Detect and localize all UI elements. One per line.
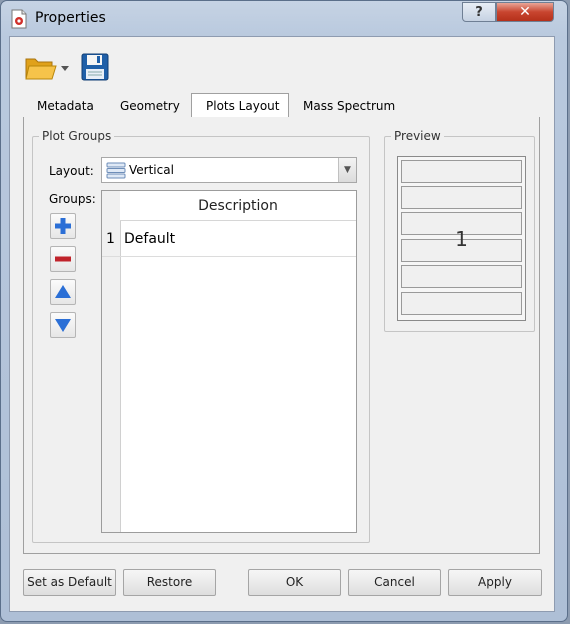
help-button[interactable]: ? [462,2,496,22]
preview-title: Preview [391,129,444,143]
tab-plots-layout[interactable]: Plots Layout [191,93,289,118]
save-button[interactable] [81,53,109,81]
preview-number: 1 [455,227,468,251]
row-index: 1 [106,231,115,247]
layout-value: Vertical [129,163,174,177]
row-description[interactable]: Default [124,231,175,247]
close-icon: ✕ [519,4,531,20]
remove-group-button[interactable] [50,246,76,272]
question-icon: ? [475,4,483,20]
vertical-layout-icon [106,162,126,179]
layout-select[interactable]: Vertical ▼ [101,157,357,183]
groups-table[interactable]: Description 1 Default [101,190,357,533]
table-header[interactable]: Description [120,191,356,221]
add-group-button[interactable] [50,213,76,239]
folder-open-icon [25,58,69,80]
chevron-down-icon[interactable]: ▼ [338,158,356,182]
plot-groups-box: Plot Groups Layout: Vertical ▼ Groups: D… [32,129,370,543]
groups-label: Groups: [49,192,96,206]
plot-groups-title: Plot Groups [39,129,115,143]
preview-slot [401,186,522,209]
preview-slot [401,265,522,288]
apply-button[interactable]: Apply [448,569,542,596]
plots-layout-panel: Plot Groups Layout: Vertical ▼ Groups: D… [23,117,540,554]
preview-slot [401,160,522,183]
preview-box: Preview 1 [384,129,535,332]
ok-button[interactable]: OK [248,569,341,596]
open-button[interactable] [25,54,71,82]
dialog-body: Metadata Geometry Plots Layout Mass Spec… [9,36,555,612]
arrow-up-icon [55,285,71,298]
set-as-default-button[interactable]: Set as Default [23,569,116,596]
close-button[interactable]: ✕ [496,2,554,22]
move-down-button[interactable] [50,312,76,338]
tab-mass-spectrum[interactable]: Mass Spectrum [297,95,401,117]
move-up-button[interactable] [50,279,76,305]
restore-button[interactable]: Restore [123,569,216,596]
window-title: Properties [35,10,106,26]
floppy-save-icon [81,53,109,81]
cancel-button[interactable]: Cancel [348,569,441,596]
description-column-header[interactable]: Description [120,198,356,214]
layout-label: Layout: [49,164,94,178]
arrow-down-icon [55,319,71,332]
preview-slot [401,292,522,315]
minus-icon [55,256,71,262]
table-row[interactable]: 1 Default [102,221,356,257]
plus-icon [55,218,71,234]
document-icon [11,9,27,29]
tab-metadata[interactable]: Metadata [31,95,100,117]
tab-geometry[interactable]: Geometry [114,95,186,117]
preview-canvas: 1 [397,156,526,321]
